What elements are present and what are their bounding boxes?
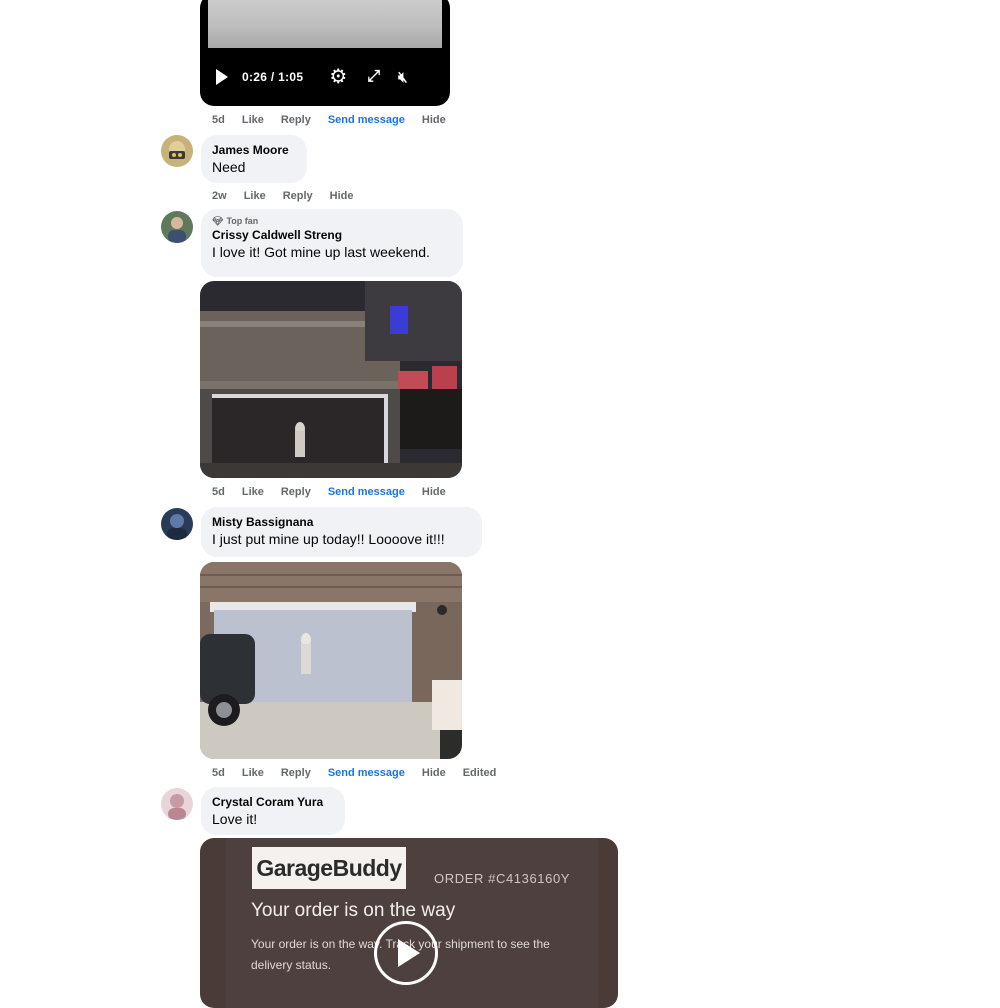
- edited-label: Edited: [462, 767, 497, 779]
- top-fan-badge: 💎︎ Top fan: [212, 215, 451, 227]
- garage-door-photo: [200, 562, 462, 759]
- comment-text: I just put mine up today!! Loooove it!!!: [212, 531, 445, 547]
- gear-icon[interactable]: ⚙: [329, 67, 347, 87]
- reply-button[interactable]: Reply: [281, 767, 311, 779]
- like-button[interactable]: Like: [242, 767, 264, 779]
- avatar[interactable]: [161, 508, 193, 540]
- order-title: Your order is on the way: [251, 900, 456, 921]
- like-button[interactable]: Like: [244, 190, 266, 202]
- avatar[interactable]: [161, 211, 193, 243]
- comment-author[interactable]: Crissy Caldwell Streng: [212, 227, 451, 243]
- comment-text: I love it! Got mine up last weekend.: [212, 244, 430, 260]
- video-controls: 0:26 / 1:05 ⚙ ⤢ 🔇︎: [200, 54, 450, 100]
- hide-button[interactable]: Hide: [422, 767, 446, 779]
- comment-photo[interactable]: [200, 562, 462, 759]
- comment-bubble: Misty Bassignana I just put mine up toda…: [201, 507, 482, 557]
- comment-actions: 5d Like Reply Send message Hide: [212, 485, 463, 499]
- comment-bubble: Crystal Coram Yura Love it!: [201, 787, 345, 835]
- reply-button[interactable]: Reply: [281, 486, 311, 498]
- comment-bubble: James Moore Need: [201, 135, 307, 183]
- comment-photo[interactable]: [200, 281, 462, 478]
- reply-button[interactable]: Reply: [281, 114, 311, 126]
- comment-author[interactable]: Crystal Coram Yura: [212, 794, 333, 810]
- comment-actions: 2w Like Reply Hide: [212, 189, 371, 203]
- garage-house-photo: [200, 281, 462, 478]
- avatar-image: [161, 788, 193, 820]
- video-time: 0:26 / 1:05: [242, 70, 304, 84]
- badge-label: Top fan: [226, 216, 259, 226]
- hide-button[interactable]: Hide: [422, 486, 446, 498]
- play-button[interactable]: [374, 921, 438, 985]
- mute-icon[interactable]: 🔇︎: [398, 70, 407, 85]
- play-icon: [398, 939, 420, 967]
- garagebuddy-logo: GarageBuddy: [252, 847, 406, 889]
- play-icon[interactable]: [216, 69, 228, 85]
- comment-actions: 5d Like Reply Send message Hide Edited: [212, 766, 513, 780]
- comment-age: 5d: [212, 767, 225, 779]
- comment-text: Need: [212, 159, 246, 175]
- comment-text: Love it!: [212, 811, 258, 827]
- comment-bubble: 💎︎ Top fan Crissy Caldwell Streng I love…: [201, 209, 463, 277]
- hide-button[interactable]: Hide: [422, 114, 446, 126]
- comment-age: 5d: [212, 114, 225, 126]
- hide-button[interactable]: Hide: [330, 190, 354, 202]
- diamond-icon: 💎︎: [212, 216, 224, 226]
- reply-button[interactable]: Reply: [283, 190, 313, 202]
- comment-author[interactable]: Misty Bassignana: [212, 514, 470, 530]
- video-comment-actions: 5d Like Reply Send message Hide: [212, 113, 463, 127]
- send-message-button[interactable]: Send message: [328, 767, 405, 779]
- video-player[interactable]: 0:26 / 1:05 ⚙ ⤢ 🔇︎: [200, 0, 450, 106]
- video-frame: [208, 0, 442, 48]
- avatar-image: [161, 508, 193, 540]
- like-button[interactable]: Like: [242, 114, 264, 126]
- send-message-button[interactable]: Send message: [328, 486, 405, 498]
- fullscreen-icon[interactable]: ⤢: [367, 69, 380, 85]
- like-button[interactable]: Like: [242, 486, 264, 498]
- avatar-image: [161, 135, 193, 167]
- order-number: ORDER #C4136160Y: [434, 871, 571, 886]
- comment-age: 2w: [212, 190, 227, 202]
- comment-age: 5d: [212, 486, 225, 498]
- comment-author[interactable]: James Moore: [212, 142, 295, 158]
- avatar-image: [161, 211, 193, 243]
- avatar[interactable]: [161, 788, 193, 820]
- send-message-button[interactable]: Send message: [328, 114, 405, 126]
- avatar[interactable]: [161, 135, 193, 167]
